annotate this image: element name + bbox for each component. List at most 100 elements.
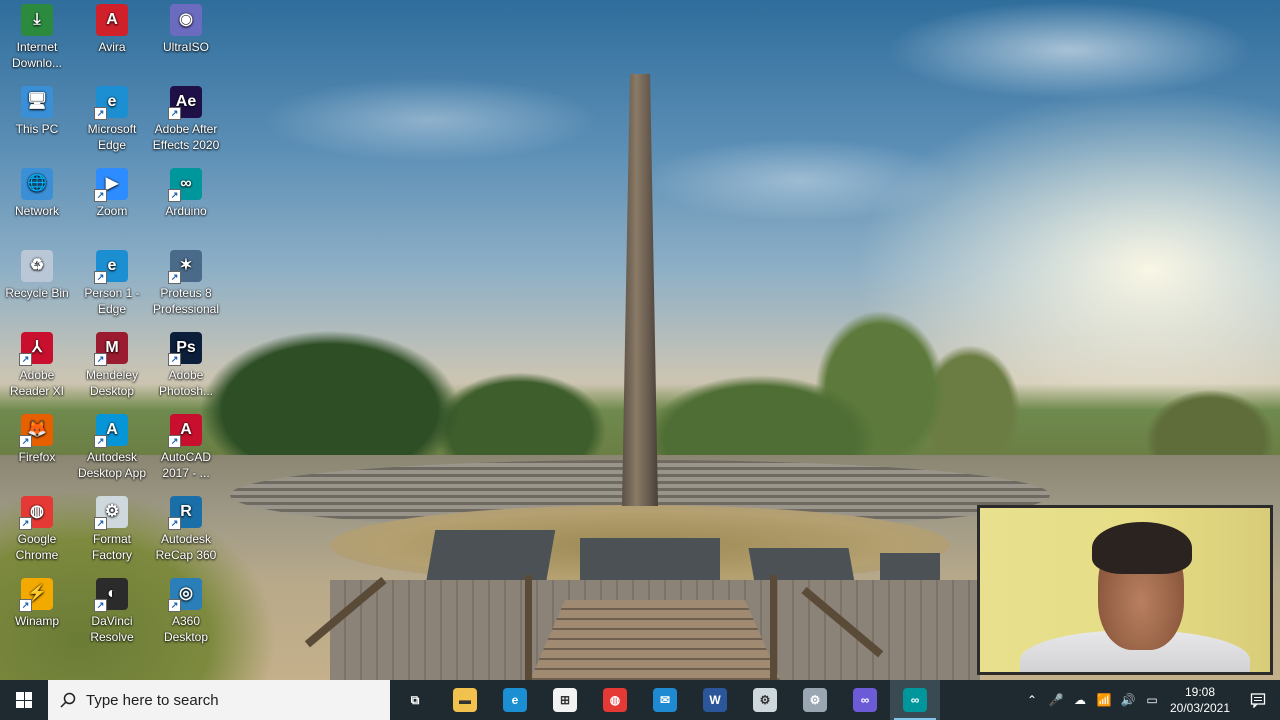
taskbar-format-factory-button[interactable]: ⚙ [740,680,790,720]
taskbar-mail-button[interactable]: ✉ [640,680,690,720]
taskbar-file-explorer-button[interactable]: ▬ [440,680,490,720]
taskbar-apps: ⧉ ▬ e ⊞ ◍ ✉ W ⚙ ⚙ ∞ ∞ [390,680,940,720]
autodesk-icon: A ↗ [94,414,128,448]
format-factory-icon: ⚙ [753,688,777,712]
desktop-icon-recap[interactable]: R ↗ Autodesk ReCap 360 [149,492,223,563]
desktop-icon-autocad[interactable]: A ↗ AutoCAD 2017 - ... [149,410,223,481]
shortcut-arrow-icon: ↗ [168,107,181,120]
desktop-icon-chrome[interactable]: ◍ ↗ Google Chrome [0,492,74,563]
windows-logo-icon [16,692,32,708]
desktop-icon-network[interactable]: 🌐 Network [0,164,74,219]
adobe-reader-icon: ⅄ ↗ [19,332,53,366]
webcam-person-hair [1092,522,1192,574]
winamp-icon: ⚡ ↗ [19,578,53,612]
taskbar-search-box[interactable]: Type here to search [48,680,390,720]
media-tool-icon: ⚙ [803,688,827,712]
desktop-icon-format-factory[interactable]: ⚙ ↗ Format Factory [75,492,149,563]
show-hidden-icons[interactable]: ⌃ [1020,680,1044,720]
desktop-icon-label: Arduino [165,204,207,218]
photoshop-icon: Ps ↗ [168,332,202,366]
wallpaper-railing [770,575,777,680]
desktop-icon-mendeley[interactable]: M ↗ Mendeley Desktop [75,328,149,399]
desktop-icon-avira[interactable]: A Avira [75,0,149,55]
notification-icon [1250,693,1266,708]
recap-icon: R ↗ [168,496,202,530]
taskbar-media-tool-button[interactable]: ⚙ [790,680,840,720]
desktop-icon-label: Autodesk Desktop App [77,450,147,480]
desktop-icon-this-pc[interactable]: 🖥 This PC [0,82,74,137]
desktop-icon-edge-profile[interactable]: e ↗ Person 1 - Edge [75,246,149,317]
format-factory-icon: ⚙ ↗ [94,496,128,530]
desktop-icon-a360[interactable]: ◎ ↗ A360 Desktop [149,574,223,645]
shortcut-arrow-icon: ↗ [94,353,107,366]
task-view-icon: ⧉ [410,692,420,707]
desktop-icon-edge[interactable]: e ↗ Microsoft Edge [75,82,149,153]
taskbar-edge-button[interactable]: e [490,680,540,720]
davinci-resolve-icon: ◐ ↗ [94,578,128,612]
wallpaper-obelisk [622,74,658,506]
taskbar-infinity-app-button[interactable]: ∞ [840,680,890,720]
edge-profile-icon: e ↗ [94,250,128,284]
taskbar-chrome-button[interactable]: ◍ [590,680,640,720]
taskbar: Type here to search ⧉ ▬ e ⊞ ◍ ✉ W ⚙ ⚙ ∞ ∞ ⌃ 🎤 ☁ 📶 🔊 ▭ 1… [0,680,1280,720]
zoom-icon: ▶ ↗ [94,168,128,202]
taskbar-clock[interactable]: 19:08 20/03/2021 [1164,684,1236,716]
start-button[interactable] [0,680,48,720]
shortcut-arrow-icon: ↗ [168,599,181,612]
desktop-icon-label: Format Factory [91,532,132,562]
desktop-icon-label: Recycle Bin [5,286,69,300]
shortcut-arrow-icon: ↗ [168,189,181,202]
desktop-icon-winamp[interactable]: ⚡ ↗ Winamp [0,574,74,629]
desktop-icon-label: Person 1 - Edge [84,286,140,316]
shortcut-arrow-icon: ↗ [94,107,107,120]
edge-icon: e [503,688,527,712]
desktop-icon-label: Firefox [18,450,56,464]
chrome-icon: ◍ ↗ [19,496,53,530]
desktop-icon-label: Adobe Photosh... [158,368,214,398]
desktop-icon-recycle-bin[interactable]: ♻ Recycle Bin [0,246,74,301]
desktop-icon-label: Network [14,204,59,218]
wifi-icon[interactable]: 📶 [1092,680,1116,720]
recycle-bin-icon: ♻ [21,250,53,282]
mendeley-icon: M ↗ [94,332,128,366]
desktop-icon-photoshop[interactable]: Ps ↗ Adobe Photosh... [149,328,223,399]
proteus-icon: ✶ ↗ [168,250,202,284]
onedrive-icon[interactable]: ☁ [1068,680,1092,720]
autocad-icon: A ↗ [168,414,202,448]
taskbar-word-button[interactable]: W [690,680,740,720]
desktop-icon-ultraiso[interactable]: ◉ UltraISO [149,0,223,55]
microphone-icon[interactable]: 🎤 [1044,680,1068,720]
this-pc-icon: 🖥 [21,86,53,118]
tray-icons: ⌃ 🎤 ☁ 📶 🔊 ▭ [1020,680,1164,720]
taskbar-arduino-button[interactable]: ∞ [890,680,940,720]
wallpaper-railing [525,575,532,680]
microsoft-store-icon: ⊞ [553,688,577,712]
desktop-icon-label: Google Chrome [15,532,59,562]
search-placeholder: Type here to search [86,691,219,709]
desktop-icon-davinci-resolve[interactable]: ◐ ↗ DaVinci Resolve [75,574,149,645]
desktop-icon-proteus[interactable]: ✶ ↗ Proteus 8 Professional [149,246,223,317]
shortcut-arrow-icon: ↗ [94,517,107,530]
volume-icon[interactable]: 🔊 [1116,680,1140,720]
desktop-icon-label: Proteus 8 Professional [152,286,220,316]
desktop-icon-arduino[interactable]: ∞ ↗ Arduino [149,164,223,219]
wallpaper-stone [880,553,940,581]
shortcut-arrow-icon: ↗ [19,599,32,612]
desktop-icon-label: UltraISO [162,40,209,54]
edge-icon: e ↗ [94,86,128,120]
after-effects-icon: Ae ↗ [168,86,202,120]
taskbar-microsoft-store-button[interactable]: ⊞ [540,680,590,720]
desktop-icon-label: Internet Downlo... [11,40,63,70]
desktop-icon-autodesk[interactable]: A ↗ Autodesk Desktop App [75,410,149,481]
taskbar-task-view-button[interactable]: ⧉ [390,680,440,720]
desktop-icon-zoom[interactable]: ▶ ↗ Zoom [75,164,149,219]
shortcut-arrow-icon: ↗ [94,435,107,448]
desktop-icon-internet-download-manager[interactable]: ⤓ Internet Downlo... [0,0,74,71]
desktop-icon-adobe-reader[interactable]: ⅄ ↗ Adobe Reader XI [0,328,74,399]
desktop-icon-firefox[interactable]: 🦊 ↗ Firefox [0,410,74,465]
desktop-icon-after-effects[interactable]: Ae ↗ Adobe After Effects 2020 [149,82,223,153]
shortcut-arrow-icon: ↗ [168,271,181,284]
battery-icon[interactable]: ▭ [1140,680,1164,720]
infinity-app-icon: ∞ [853,688,877,712]
action-center-button[interactable] [1236,680,1280,720]
